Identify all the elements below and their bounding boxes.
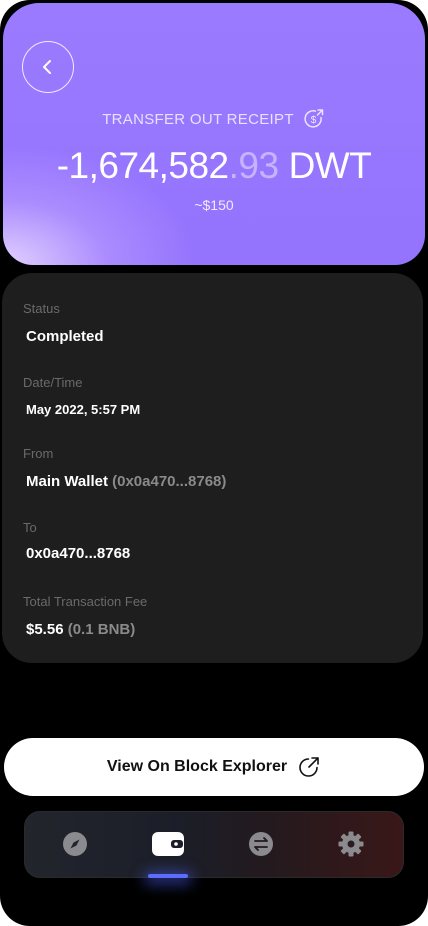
from-wallet-name: Main Wallet [26, 473, 108, 490]
amount-decimals: .93 [228, 145, 279, 186]
to-label: To [23, 520, 37, 535]
to-address: 0x0a470...8768 [26, 545, 131, 562]
fee-value: $5.56 (0.1 BNB) [26, 621, 135, 638]
back-button[interactable] [22, 41, 74, 93]
wallet-icon [152, 832, 184, 856]
receipt-title-row: TRANSFER OUT RECEIPT $ [3, 107, 425, 131]
bottom-tab-bar [24, 811, 404, 878]
chevron-left-icon [43, 60, 51, 74]
gear-icon [338, 831, 364, 857]
tab-swap[interactable] [243, 826, 279, 862]
receipt-title: TRANSFER OUT RECEIPT [102, 110, 294, 128]
details-card: Status Completed Date/Time May 2022, 5:5… [2, 273, 423, 663]
from-label: From [23, 446, 54, 461]
receipt-header: TRANSFER OUT RECEIPT $ -1,674,582.93 DWT … [3, 3, 425, 265]
swap-icon [249, 832, 273, 856]
external-link-icon [299, 757, 319, 777]
amount-integer: -1,674,582 [56, 145, 229, 186]
status-label: Status [23, 301, 60, 316]
datetime-value: May 2022, 5:57 PM [26, 402, 141, 417]
fee-crypto: (0.1 BNB) [67, 621, 136, 638]
transfer-amount: -1,674,582.93 DWT [3, 145, 425, 187]
tab-settings[interactable] [333, 826, 369, 862]
from-value: Main Wallet (0x0a470...8768) [26, 473, 226, 490]
explorer-button-label: View On Block Explorer [106, 758, 288, 775]
tab-wallet[interactable] [150, 826, 186, 862]
svg-text:$: $ [311, 115, 317, 126]
datetime-label: Date/Time [23, 375, 83, 390]
tab-explore[interactable] [57, 826, 93, 862]
fiat-value: ~$150 [194, 197, 234, 213]
dollar-send-icon: $ [304, 109, 324, 128]
active-tab-indicator [148, 874, 188, 878]
fee-fiat: $5.56 [26, 621, 64, 638]
phone-screen: TRANSFER OUT RECEIPT $ -1,674,582.93 DWT … [0, 0, 428, 926]
amount-unit: DWT [288, 145, 372, 186]
compass-icon [63, 832, 87, 856]
status-value: Completed [26, 328, 104, 345]
fee-label: Total Transaction Fee [23, 594, 148, 609]
from-address: (0x0a470...8768) [112, 473, 227, 490]
view-block-explorer-button[interactable]: View On Block Explorer [4, 738, 424, 796]
